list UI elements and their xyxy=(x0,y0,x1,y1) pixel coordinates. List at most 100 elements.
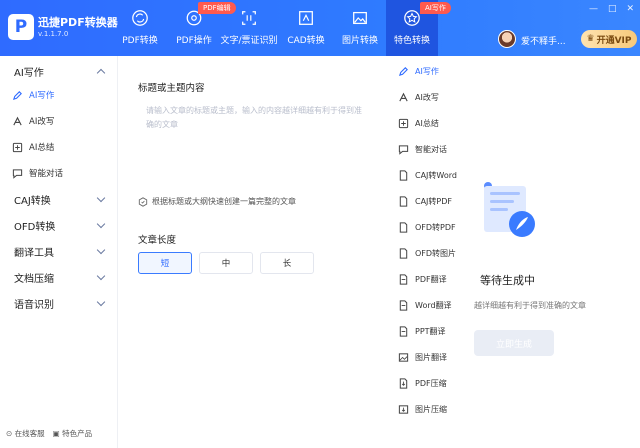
length-medium-button[interactable]: 中 xyxy=(199,252,253,274)
link-label: 在线客服 xyxy=(14,429,45,438)
sidebar-item-ai-write[interactable]: AI写作 xyxy=(0,84,118,106)
feature-label: 图片翻译 xyxy=(415,352,447,362)
tip-row: 根据标题或大纲快速创建一篇完整的文章 xyxy=(138,196,296,207)
feature-label: AI改写 xyxy=(415,92,439,102)
sidebar-item-smart-chat[interactable]: 智能对话 xyxy=(0,162,118,184)
feature-label: PPT翻译 xyxy=(415,326,446,336)
sidebar-group-caj[interactable]: CAJ转换 xyxy=(0,188,118,210)
sidebar-group-translate[interactable]: 翻译工具 xyxy=(0,240,118,262)
feature-item-ai-rewrite[interactable]: AI改写 xyxy=(388,86,468,108)
chat-icon xyxy=(12,168,23,179)
tab-ocr[interactable]: 文字/票证识别 xyxy=(220,0,278,56)
length-label: 文章长度 xyxy=(138,235,177,246)
feature-item-caj-word[interactable]: CAJ转Word xyxy=(388,164,468,186)
feature-list: AI写作 AI改写 AI总结 智能对话 CAJ转Word CAJ转PDF OFD… xyxy=(388,56,468,448)
sidebar: AI写作 AI写作 AI改写 AI总结 智能对话 CAJ转换 OFD转换 翻译工… xyxy=(0,56,118,448)
image-icon xyxy=(398,352,409,362)
document-icon xyxy=(399,247,408,259)
translate-icon xyxy=(399,299,408,311)
vip-label: 开通VIP xyxy=(596,35,632,46)
hexagon-icon xyxy=(138,196,148,207)
window-controls: — □ ✕ xyxy=(589,4,634,14)
feature-item-ofd-pdf[interactable]: OFD转PDF xyxy=(388,216,468,238)
feature-label: CAJ转PDF xyxy=(415,196,453,206)
sidebar-group-speech[interactable]: 语音识别 xyxy=(0,292,118,314)
main-panel: 标题或主题内容 根据标题或大纲快速创建一篇完整的文章 文章长度 短 中 长 xyxy=(118,56,388,448)
rewrite-icon xyxy=(399,92,408,101)
tab-label: 特色转换 xyxy=(393,36,430,46)
summary-icon xyxy=(12,142,23,152)
feature-item-ppt-translate[interactable]: PPT翻译 xyxy=(388,320,468,342)
feature-item-ai-write[interactable]: AI写作 xyxy=(388,60,468,82)
length-options: 短 中 长 xyxy=(138,252,314,274)
waiting-title: 等待生成中 xyxy=(480,274,535,287)
star-icon xyxy=(404,10,420,26)
close-button[interactable]: ✕ xyxy=(626,4,634,14)
top-bar: P 迅捷PDF转换器 v.1.1.7.0 PDF转换 PDF操作 PDF编辑 文… xyxy=(0,0,640,56)
sidebar-group-ai-writing[interactable]: AI写作 xyxy=(0,60,118,82)
chevron-up-icon xyxy=(96,68,106,78)
chevron-down-icon xyxy=(96,245,106,255)
feature-label: 智能对话 xyxy=(415,144,447,154)
sidebar-item-label: 智能对话 xyxy=(29,169,64,179)
group-label: OFD转换 xyxy=(14,221,56,233)
feature-label: OFD转图片 xyxy=(415,248,457,258)
group-label: 语音识别 xyxy=(14,299,54,311)
minimize-button[interactable]: — xyxy=(589,4,598,14)
crown-icon: ♛ xyxy=(586,34,595,44)
tab-pdf-convert[interactable]: PDF转换 xyxy=(118,0,162,56)
pen-icon xyxy=(12,90,22,100)
feature-label: PDF压缩 xyxy=(415,378,447,388)
group-label: AI写作 xyxy=(14,67,44,79)
feature-item-image-compress[interactable]: 图片压缩 xyxy=(388,398,468,420)
feature-label: AI写作 xyxy=(415,66,439,76)
sidebar-item-label: AI总结 xyxy=(29,143,55,153)
maximize-button[interactable]: □ xyxy=(608,4,617,14)
tab-label: PDF转换 xyxy=(122,36,158,46)
feature-label: AI总结 xyxy=(415,118,439,128)
tab-cad-convert[interactable]: CAD转换 xyxy=(284,0,328,56)
chevron-down-icon xyxy=(96,193,106,203)
document-icon xyxy=(399,221,408,233)
feature-item-caj-pdf[interactable]: CAJ转PDF xyxy=(388,190,468,212)
tab-label: CAD转换 xyxy=(287,36,325,46)
document-icon xyxy=(399,169,408,181)
online-service-link[interactable]: ⊙ 在线客服 xyxy=(6,428,45,439)
tab-label: 图片转换 xyxy=(341,36,378,46)
tab-label: 文字/票证识别 xyxy=(220,36,278,46)
feature-item-pdf-translate[interactable]: PDF翻译 xyxy=(388,268,468,290)
tip-text: 根据标题或大纲快速创建一篇完整的文章 xyxy=(152,197,296,206)
app-logo: P xyxy=(8,14,34,40)
generate-button[interactable]: 立即生成 xyxy=(474,330,554,356)
feature-item-image-translate[interactable]: 图片翻译 xyxy=(388,346,468,368)
translate-icon xyxy=(399,325,408,337)
sidebar-group-ofd[interactable]: OFD转换 xyxy=(0,214,118,236)
bottom-links: ⊙ 在线客服 ▣ 特色产品 xyxy=(6,428,92,439)
sidebar-item-ai-summary[interactable]: AI总结 xyxy=(0,136,118,158)
group-label: 翻译工具 xyxy=(14,247,54,259)
feature-item-ai-summary[interactable]: AI总结 xyxy=(388,112,468,134)
feature-item-word-translate[interactable]: Word翻译 xyxy=(388,294,468,316)
sidebar-item-label: AI改写 xyxy=(29,117,55,127)
image-icon xyxy=(353,11,367,25)
tab-image-convert[interactable]: 图片转换 xyxy=(338,0,382,56)
sidebar-group-compress[interactable]: 文档压缩 xyxy=(0,266,118,288)
tab-label: PDF操作 xyxy=(176,36,212,46)
waiting-description: 越详细越有利于得到准确的文章 xyxy=(474,301,586,310)
topic-input[interactable] xyxy=(138,98,374,188)
user-name[interactable]: 爱不释手... xyxy=(521,34,566,47)
app-version: v.1.1.7.0 xyxy=(38,30,69,38)
avatar[interactable] xyxy=(498,30,516,48)
chat-icon xyxy=(398,144,409,155)
length-short-button[interactable]: 短 xyxy=(138,252,192,274)
cad-icon xyxy=(299,11,313,25)
feature-item-ofd-image[interactable]: OFD转图片 xyxy=(388,242,468,264)
length-long-button[interactable]: 长 xyxy=(260,252,314,274)
translate-icon xyxy=(399,273,408,285)
sidebar-item-ai-rewrite[interactable]: AI改写 xyxy=(0,110,118,132)
app-name: 迅捷PDF转换器 xyxy=(38,16,118,29)
featured-products-link[interactable]: ▣ 特色产品 xyxy=(53,428,92,439)
vip-button[interactable]: ♛ 开通VIP xyxy=(581,30,637,48)
feature-item-smart-chat[interactable]: 智能对话 xyxy=(388,138,468,160)
feature-item-pdf-compress[interactable]: PDF压缩 xyxy=(388,372,468,394)
